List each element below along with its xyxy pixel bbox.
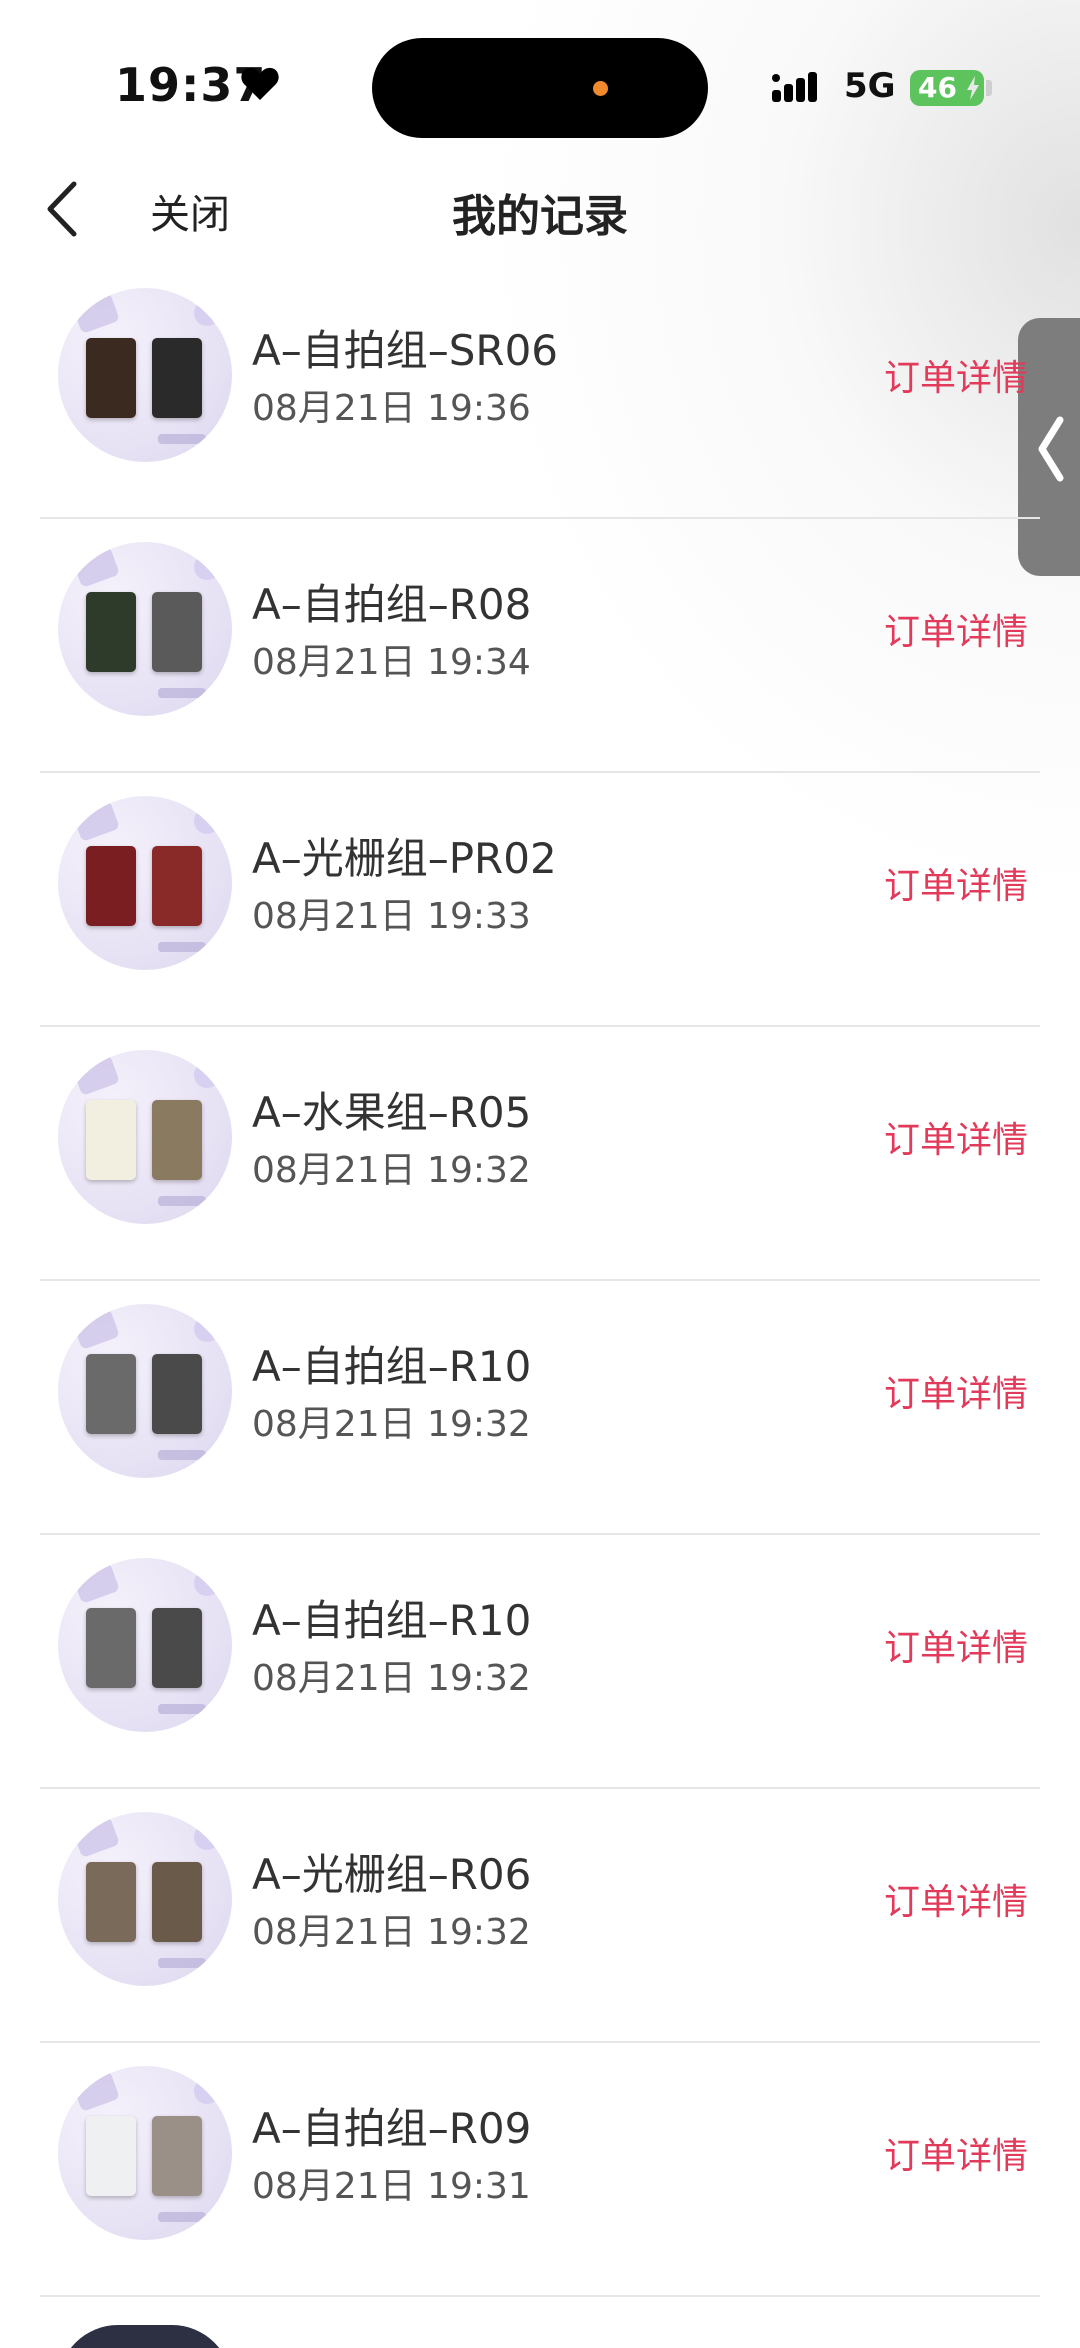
thumbnail-decoration: [158, 1450, 206, 1460]
thumbnail-decoration: [72, 800, 120, 842]
record-list: A–自拍组–SR06 08月21日 19:36 订单详情 A–自拍组–R08 0…: [0, 265, 1080, 2297]
divider: [40, 2295, 1040, 2297]
photo-card-back: [152, 1608, 202, 1688]
record-time: 08月21日 19:36: [252, 388, 531, 429]
thumbnail-decoration: [72, 292, 120, 334]
heart-icon: [241, 67, 279, 100]
battery-icon: 46: [910, 70, 984, 106]
thumbnail-decoration: [158, 2212, 206, 2222]
dynamic-island: [372, 38, 708, 138]
order-detail-link[interactable]: 订单详情: [884, 603, 1028, 655]
thumbnail-decoration: [194, 300, 220, 326]
thumbnail-decoration: [194, 554, 220, 580]
record-title: A–光栅组–PR02: [252, 834, 557, 883]
photo-card-back: [152, 1354, 202, 1434]
photo-card-front: [86, 2116, 136, 2196]
thumbnail-decoration: [158, 434, 206, 444]
header: 关闭 我的记录: [0, 160, 1080, 260]
network-type: 5G: [844, 66, 896, 106]
thumbnail-decoration: [194, 1316, 220, 1342]
charging-bolt-icon: [967, 76, 979, 100]
record-item[interactable]: A–光栅组–PR02 08月21日 19:33 订单详情: [0, 773, 1080, 1027]
record-thumbnail: [58, 1812, 232, 1986]
battery-cap: [986, 80, 992, 96]
photo-card-front: [86, 1608, 136, 1688]
record-time: 08月21日 19:32: [252, 1658, 531, 1699]
record-time: 08月21日 19:31: [252, 2166, 531, 2207]
photo-card-front: [86, 1354, 136, 1434]
photo-card-front: [86, 1100, 136, 1180]
photo-card-back: [152, 592, 202, 672]
thumbnail-decoration: [194, 808, 220, 834]
thumbnail-decoration: [158, 1196, 206, 1206]
thumbnail-decoration: [194, 1062, 220, 1088]
thumbnail-decoration: [72, 2070, 120, 2112]
record-thumbnail: [58, 288, 232, 462]
record-time: 08月21日 19:34: [252, 642, 531, 683]
thumbnail-decoration: [158, 688, 206, 698]
photo-card-back: [152, 1100, 202, 1180]
thumbnail-decoration: [72, 1308, 120, 1350]
record-title: A–水果组–R05: [252, 1088, 532, 1137]
record-item[interactable]: A–自拍组–R10 08月21日 19:32 订单详情: [0, 1281, 1080, 1535]
record-time: 08月21日 19:32: [252, 1150, 531, 1191]
battery-level: 46: [918, 71, 957, 104]
record-time: 08月21日 19:32: [252, 1912, 531, 1953]
record-thumbnail: [58, 2066, 232, 2240]
record-title: A–光栅组–R06: [252, 1850, 532, 1899]
thumbnail-decoration: [72, 1816, 120, 1858]
record-title: A–自拍组–R10: [252, 1342, 532, 1391]
thumbnail-decoration: [158, 942, 206, 952]
record-thumbnail: [58, 1304, 232, 1478]
thumbnail-decoration: [72, 1054, 120, 1096]
record-item[interactable]: A–自拍组–R09 08月21日 19:31 订单详情: [0, 2043, 1080, 2297]
record-thumbnail: [58, 1050, 232, 1224]
record-item[interactable]: A–自拍组–R10 08月21日 19:32 订单详情: [0, 1535, 1080, 1789]
thumbnail-decoration: [194, 2078, 220, 2104]
record-item[interactable]: A–自拍组–R08 08月21日 19:34 订单详情: [0, 519, 1080, 773]
record-title: A–自拍组–R09: [252, 2104, 532, 2153]
thumbnail-decoration: [72, 1562, 120, 1604]
thumbnail-decoration: [158, 1958, 206, 1968]
record-thumbnail: [58, 796, 232, 970]
record-thumbnail: [58, 1558, 232, 1732]
order-detail-link[interactable]: 订单详情: [884, 857, 1028, 909]
record-title: A–自拍组–R10: [252, 1596, 532, 1645]
record-item[interactable]: A–水果组–R05 08月21日 19:32 订单详情: [0, 1027, 1080, 1281]
photo-card-front: [86, 592, 136, 672]
record-item[interactable]: A–自拍组–SR06 08月21日 19:36 订单详情: [0, 265, 1080, 519]
order-detail-link[interactable]: 订单详情: [884, 349, 1028, 401]
order-detail-link[interactable]: 订单详情: [884, 1873, 1028, 1925]
photo-card-front: [86, 1862, 136, 1942]
thumbnail-decoration: [72, 546, 120, 588]
page-title: 我的记录: [452, 191, 628, 242]
order-detail-link[interactable]: 订单详情: [884, 2127, 1028, 2179]
order-detail-link[interactable]: 订单详情: [884, 1365, 1028, 1417]
photo-card-front: [86, 846, 136, 926]
recording-indicator-icon: [593, 81, 608, 96]
record-time: 08月21日 19:33: [252, 896, 531, 937]
record-time: 08月21日 19:32: [252, 1404, 531, 1445]
order-detail-link[interactable]: 订单详情: [884, 1111, 1028, 1163]
thumbnail-decoration: [158, 1704, 206, 1714]
photo-card-back: [152, 338, 202, 418]
record-title: A–自拍组–R08: [252, 580, 532, 629]
record-thumbnail: [58, 542, 232, 716]
thumbnail-decoration: [194, 1824, 220, 1850]
photo-card-front: [86, 338, 136, 418]
record-item[interactable]: A–光栅组–R06 08月21日 19:32 订单详情: [0, 1789, 1080, 2043]
signal-icon: [772, 72, 817, 102]
order-detail-link[interactable]: 订单详情: [884, 1619, 1028, 1671]
record-title: A–自拍组–SR06: [252, 326, 559, 375]
status-bar: 19:37 5G 46: [0, 0, 1080, 170]
photo-card-back: [152, 1862, 202, 1942]
thumbnail-decoration: [194, 1570, 220, 1596]
photo-card-back: [152, 846, 202, 926]
partial-record-thumbnail: [58, 2325, 232, 2348]
photo-card-back: [152, 2116, 202, 2196]
